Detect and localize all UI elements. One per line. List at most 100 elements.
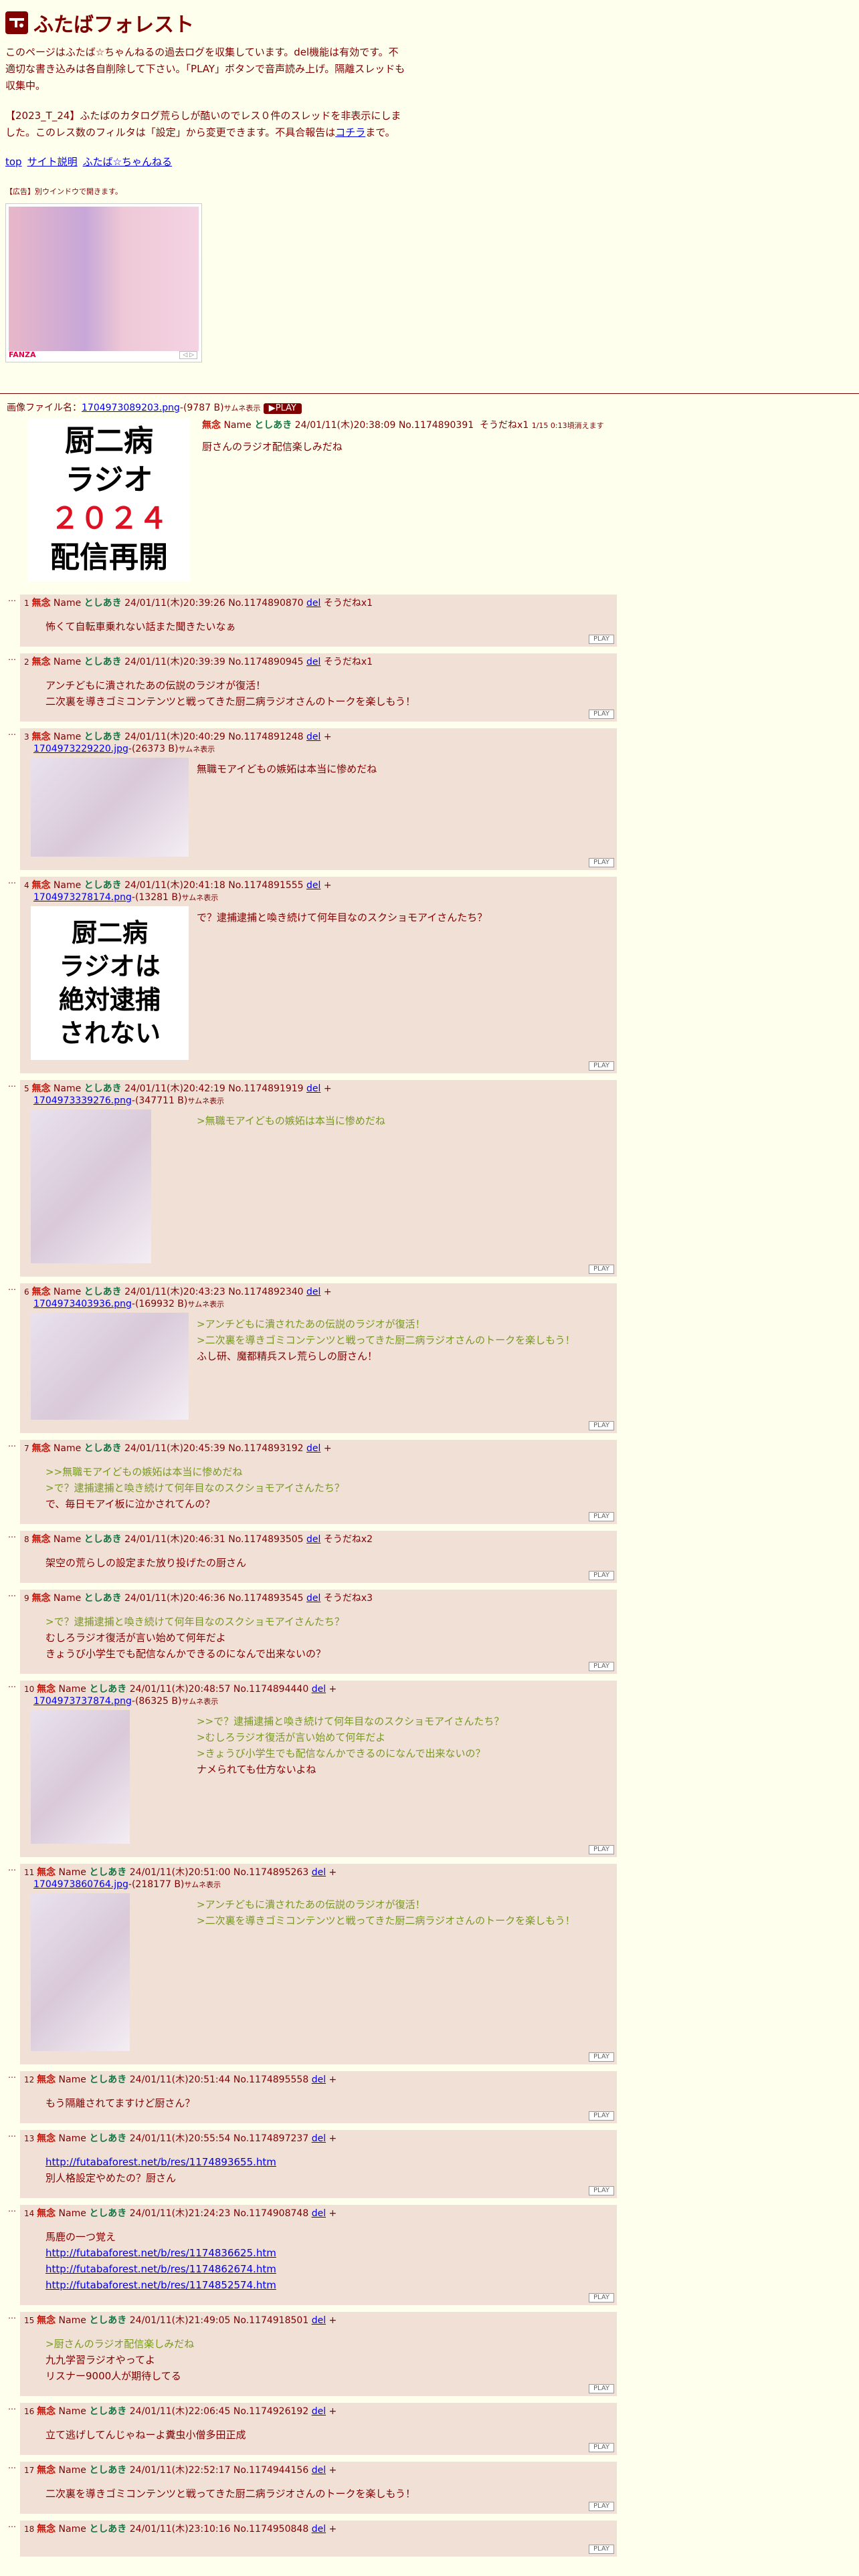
ad-pager[interactable]: ◁ ▷ [179,351,197,359]
quote-line: >二次裏を導きゴミコンテンツと戦ってきた厨二病ラジオさんのトークを楽しもう！ [197,1334,575,1346]
del-link[interactable]: del [306,880,320,891]
ad-banner[interactable]: FANZA ◁ ▷ [5,203,202,362]
del-link[interactable]: del [312,2133,326,2144]
play-button[interactable]: PLAY [588,1421,614,1430]
play-button[interactable]: PLAY [588,1061,614,1071]
reply-thumbnail[interactable] [31,1109,151,1263]
del-link[interactable]: del [306,598,320,609]
del-link[interactable]: del [306,732,320,742]
reply-link[interactable]: http://futabaforest.net/b/res/1174862674… [45,2261,613,2277]
sodane-button[interactable]: そうだねx3 [324,1593,373,1604]
del-link[interactable]: del [306,1443,320,1454]
play-button[interactable]: PLAY [588,1571,614,1580]
play-button[interactable]: PLAY [588,710,614,719]
reply-thumbnail[interactable] [31,1313,189,1420]
reply-date: 24/01/11(木)20:43:23 [124,1287,225,1297]
sodane-button[interactable]: + [329,2074,337,2085]
sodane-button[interactable]: + [329,2208,337,2219]
sodane-button[interactable]: + [324,732,332,742]
reply-file-link[interactable]: 1704973229220.jpg [33,744,128,754]
del-link[interactable]: del [306,1083,320,1094]
reply-thumbnail[interactable] [31,1710,130,1844]
reply-thumbnail[interactable]: 厨二病 ラジオは 絶対逮捕 されない [31,906,189,1060]
thumb-toggle[interactable]: サムネ表示 [181,893,218,902]
sodane-button[interactable]: + [329,2465,337,2476]
sodane-button[interactable]: + [329,2133,337,2144]
reply-thumbnail[interactable] [31,758,189,857]
reply-header: 4 無念 Name としあき 24/01/11(木)20:41:18 No.11… [24,879,613,891]
play-button[interactable]: PLAY [588,2052,614,2062]
reply-link[interactable]: http://futabaforest.net/b/res/1174852574… [45,2277,613,2293]
play-button[interactable]: PLAY [588,2384,614,2393]
sodane-button[interactable]: + [329,2524,337,2535]
top-link[interactable]: top [5,156,22,168]
del-link[interactable]: del [306,1534,320,1545]
reply-number: 14 [24,2209,37,2218]
del-link[interactable]: del [312,1684,326,1695]
play-button[interactable]: PLAY [588,2502,614,2511]
sodane-button[interactable]: + [324,1083,332,1094]
op-image[interactable]: 厨二病 ラジオ ２０２４ 配信再開 [28,418,190,581]
op-file-link[interactable]: 1704973089203.png [82,403,180,413]
play-button[interactable]: PLAY [588,858,614,867]
play-button[interactable]: PLAY [588,1512,614,1521]
reply-number: 16 [24,2407,37,2416]
del-link[interactable]: del [312,2524,326,2535]
reply-header: 10 無念 Name としあき 24/01/11(木)20:48:57 No.1… [24,1683,613,1695]
play-button[interactable]: PLAY [588,1662,614,1671]
play-button[interactable]: PLAY [588,1845,614,1854]
del-link[interactable]: del [306,657,320,667]
del-link[interactable]: del [312,2406,326,2417]
play-button[interactable]: PLAY [588,2293,614,2302]
sodane-button[interactable]: + [329,1684,337,1695]
reply-file-link[interactable]: 1704973860764.jpg [33,1879,128,1890]
sodane-button[interactable]: + [324,1443,332,1454]
thumb-toggle[interactable]: サムネ表示 [187,1097,224,1105]
del-link[interactable]: del [312,2074,326,2085]
sodane-button[interactable]: + [324,1287,332,1297]
reply-file-link[interactable]: 1704973278174.png [33,892,132,903]
del-link[interactable]: del [312,2315,326,2326]
del-link[interactable]: del [312,2208,326,2219]
sodane-button[interactable]: + [329,1867,337,1878]
play-button[interactable]: PLAY [588,635,614,644]
bug-report-link[interactable]: コチラ [335,126,365,138]
del-link[interactable]: del [312,1867,326,1878]
futaba-link[interactable]: ふたば☆ちゃんねる [83,156,172,168]
quote-line: >二次裏を導きゴミコンテンツと戦ってきた厨二病ラジオさんのトークを楽しもう！ [197,1915,575,1927]
ad-image[interactable] [9,207,199,351]
thumb-toggle[interactable]: サムネ表示 [181,1697,218,1706]
reply-date: 24/01/11(木)23:10:16 [129,2524,231,2535]
del-link[interactable]: del [306,1593,320,1604]
reply-file-link[interactable]: 1704973339276.png [33,1095,132,1106]
sodane-button[interactable]: + [324,880,332,891]
reply-file-link[interactable]: 1704973737874.png [33,1696,132,1707]
reply-link[interactable]: http://futabaforest.net/b/res/1174836625… [45,2245,613,2261]
reply-no: No.1174890945 [228,657,304,667]
reply-post: 9 無念 Name としあき 24/01/11(木)20:46:36 No.11… [20,1590,617,1674]
play-button[interactable]: PLAY [588,1265,614,1274]
reply-link[interactable]: http://futabaforest.net/b/res/1174893655… [45,2154,613,2170]
play-button[interactable]: PLAY [588,2111,614,2121]
sodane-button[interactable]: + [329,2315,337,2326]
sodane-button[interactable]: + [329,2406,337,2417]
body-line: で？逮捕逮捕と喚き続けて何年目なのスクショモアイさんたち？ [197,911,488,924]
op-sodane[interactable]: そうだねx1 [480,420,529,431]
site-help-link[interactable]: サイト説明 [27,156,78,168]
sodane-button[interactable]: そうだねx2 [324,1534,373,1545]
play-button[interactable]: PLAY [588,2545,614,2554]
sodane-button[interactable]: そうだねx1 [324,657,373,667]
body-line: 馬鹿の一つ覚え [45,2231,116,2243]
op-thumb-toggle[interactable]: サムネ表示 [224,404,261,413]
del-link[interactable]: del [312,2465,326,2476]
op-play-button[interactable]: ▶PLAY [263,403,302,414]
sodane-button[interactable]: そうだねx1 [324,598,373,609]
reply-thumbnail[interactable] [31,1893,130,2051]
play-button[interactable]: PLAY [588,2186,614,2195]
thumb-toggle[interactable]: サムネ表示 [184,1881,221,1889]
del-link[interactable]: del [306,1287,320,1297]
reply-file-link[interactable]: 1704973403936.png [33,1299,132,1309]
play-button[interactable]: PLAY [588,2443,614,2452]
thumb-toggle[interactable]: サムネ表示 [187,1300,224,1309]
thumb-toggle[interactable]: サムネ表示 [179,745,215,754]
